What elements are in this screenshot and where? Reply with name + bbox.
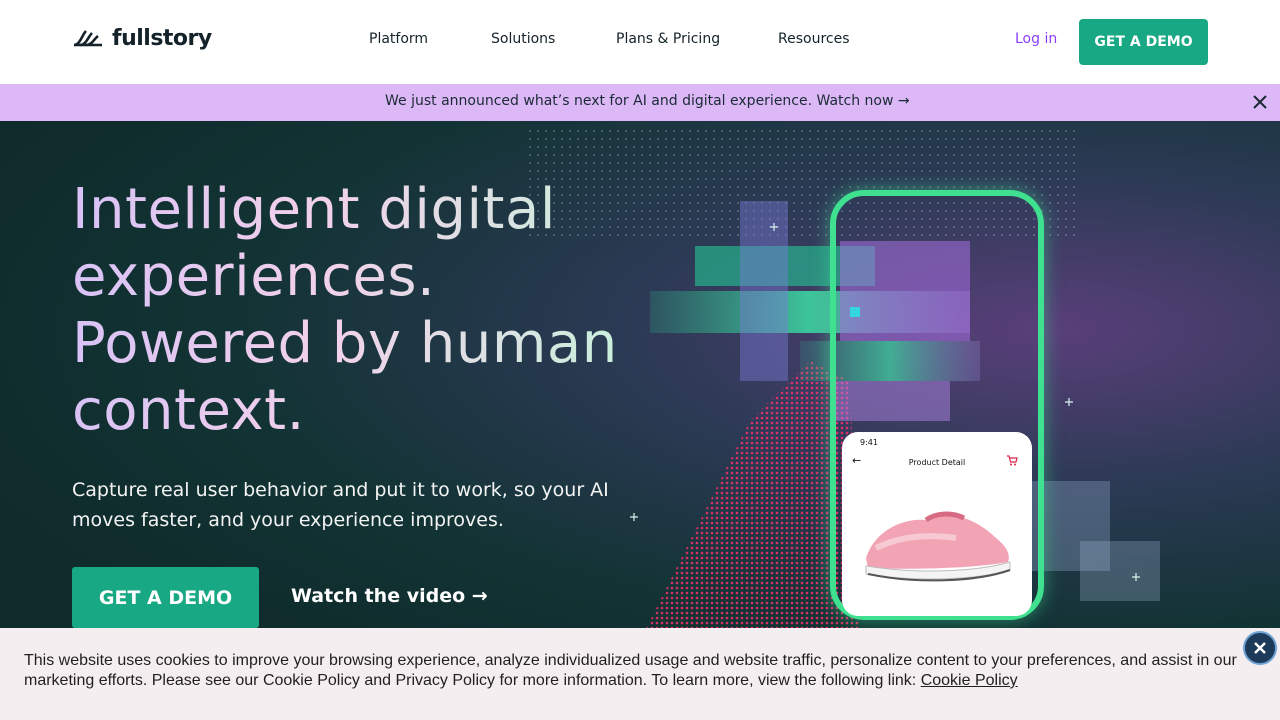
cookie-close-button[interactable] — [1243, 631, 1277, 665]
announcement-link[interactable]: We just announced what’s next for AI and… — [385, 93, 910, 109]
get-demo-button-header[interactable]: GET A DEMO — [1079, 19, 1208, 65]
logo-mark-icon — [73, 29, 102, 46]
nav-item-platform[interactable]: Platform — [369, 31, 428, 47]
cookie-banner: This website uses cookies to improve you… — [0, 628, 1280, 720]
hero-subtext: Capture real user behavior and put it to… — [72, 479, 609, 531]
sneaker-image — [865, 511, 1011, 582]
nav-item-resources[interactable]: Resources — [778, 31, 850, 47]
close-icon[interactable] — [1252, 94, 1268, 110]
site-header: fullstory Platform Solutions Plans & Pri… — [0, 0, 1280, 84]
status-time: 9:41 — [860, 438, 878, 447]
fullstory-logo[interactable]: fullstory — [72, 26, 212, 51]
cookie-policy-link[interactable]: Cookie Policy — [921, 672, 1018, 689]
login-link[interactable]: Log in — [1015, 31, 1057, 47]
product-card: 9:41 ← Product Detail — [842, 432, 1032, 616]
logo-text: fullstory — [112, 26, 212, 51]
cookie-banner-message: This website uses cookies to improve you… — [24, 652, 1237, 689]
announcement-bar: We just announced what’s next for AI and… — [0, 84, 1280, 121]
cart-icon — [1007, 455, 1018, 466]
get-demo-button-hero[interactable]: GET A DEMO — [72, 567, 259, 628]
watch-video-link[interactable]: Watch the video → — [291, 585, 488, 607]
hero-headline: Intelligent digital experiences. Powered… — [72, 176, 632, 444]
product-detail-title: Product Detail — [908, 458, 966, 467]
cookie-banner-text: This website uses cookies to improve you… — [24, 651, 1249, 691]
close-icon — [1254, 642, 1266, 654]
nav-item-plans-pricing[interactable]: Plans & Pricing — [616, 31, 720, 47]
nav-item-solutions[interactable]: Solutions — [491, 31, 555, 47]
